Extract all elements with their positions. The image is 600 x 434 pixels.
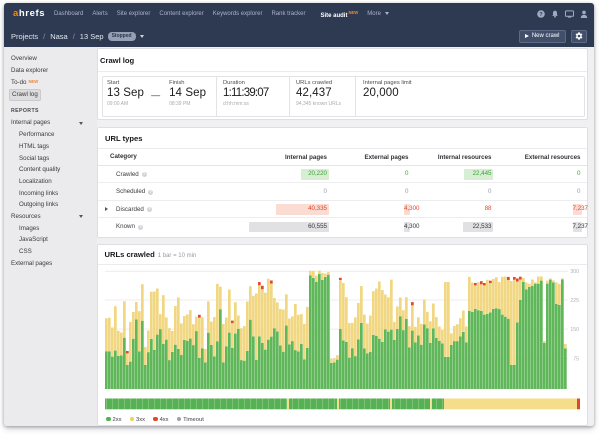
svg-text:300: 300 (570, 269, 579, 275)
svg-text:75: 75 (573, 356, 579, 362)
svg-text:?: ? (539, 12, 543, 18)
svg-text:225: 225 (570, 297, 579, 303)
svg-text:150: 150 (570, 326, 579, 332)
